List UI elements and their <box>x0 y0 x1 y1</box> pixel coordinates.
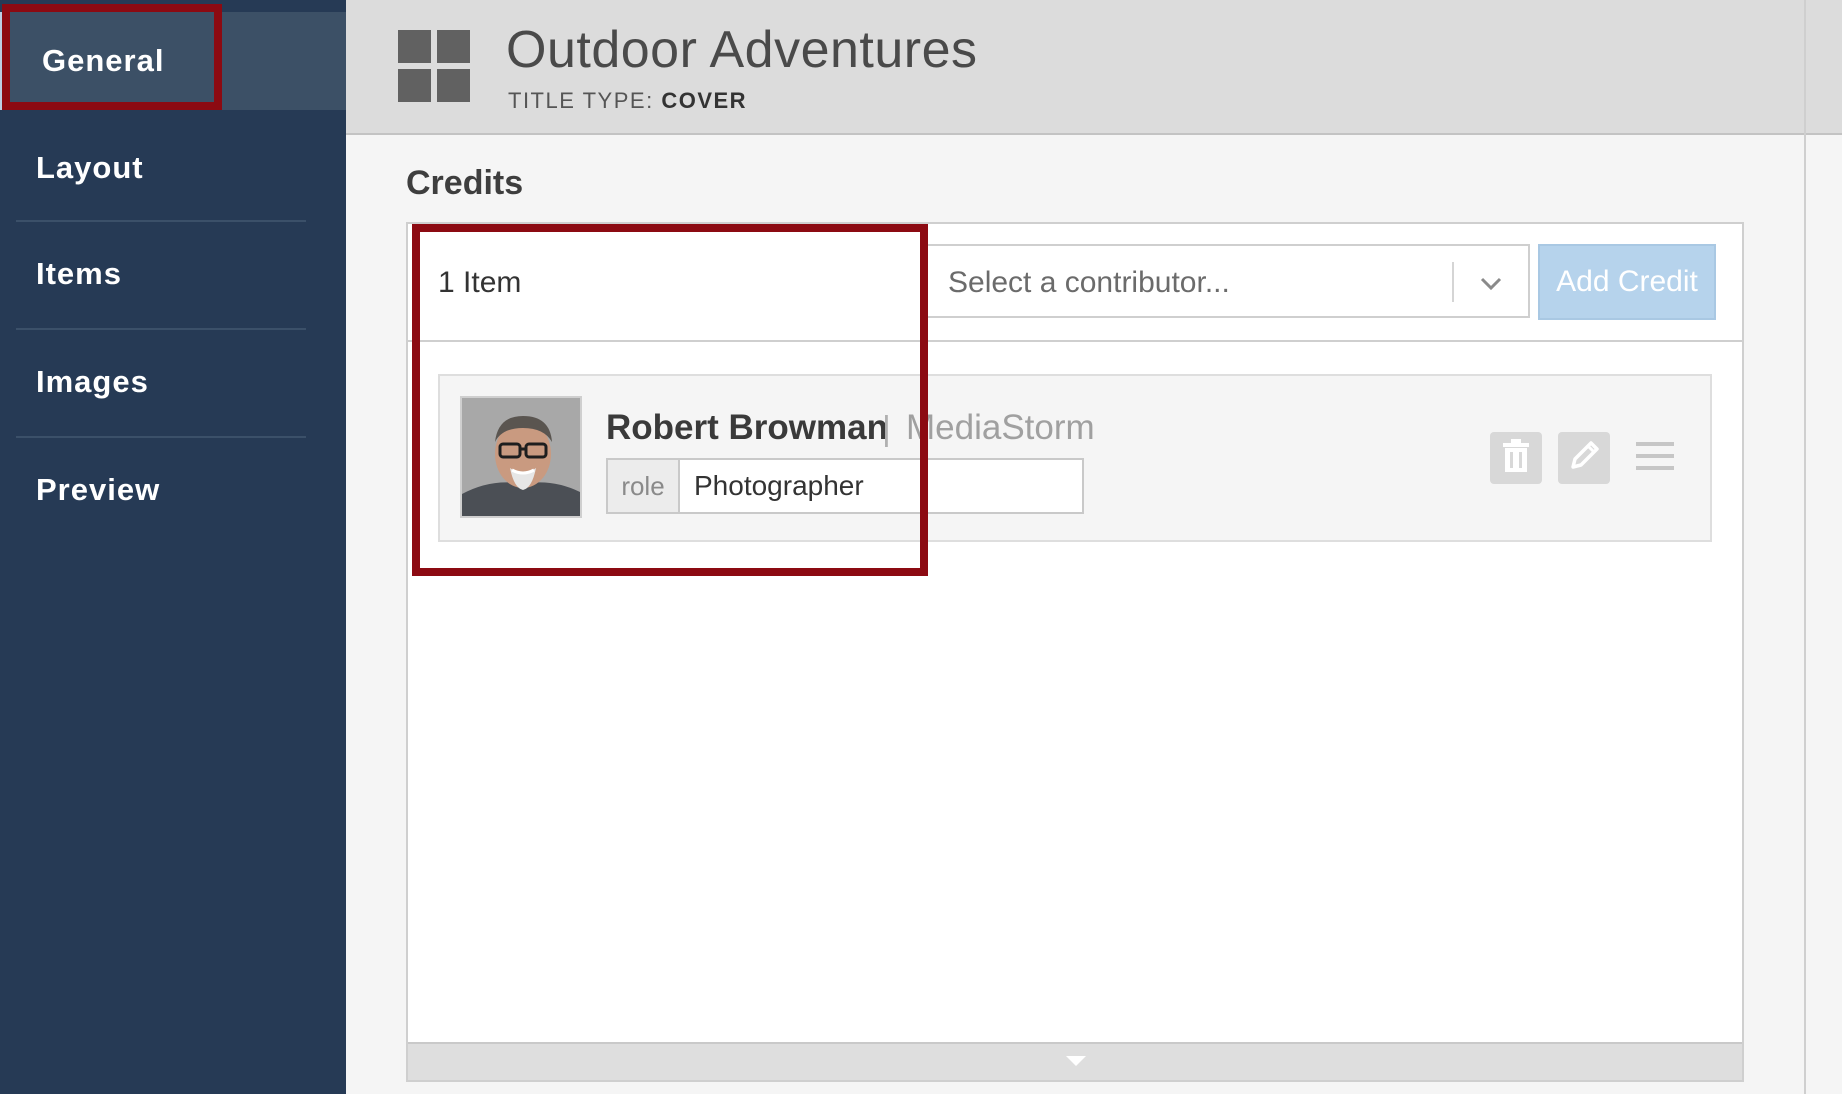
sidebar-item-label: Images <box>36 364 149 399</box>
credits-toolbar: 1 Item Select a contributor... Add Credi… <box>408 224 1742 342</box>
sidebar-item-label: General <box>42 43 165 78</box>
sidebar-item-images[interactable]: Images <box>16 330 306 434</box>
edit-button[interactable] <box>1558 432 1610 484</box>
avatar <box>460 396 582 518</box>
drag-handle-icon[interactable] <box>1636 442 1674 472</box>
page-header: Outdoor Adventures TITLE TYPE: COVER <box>346 0 1805 135</box>
chevron-down-icon[interactable] <box>1476 268 1506 298</box>
section-title-credits: Credits <box>406 164 524 202</box>
right-panel-header <box>1806 0 1842 135</box>
credit-item: Robert Browman | MediaStorm role Photogr… <box>438 374 1712 542</box>
add-credit-button[interactable]: Add Credit <box>1538 244 1716 320</box>
item-count: 1 Item <box>438 266 522 299</box>
trash-icon <box>1501 438 1531 478</box>
right-panel-strip <box>1806 0 1842 1094</box>
sidebar-item-layout[interactable]: Layout <box>16 116 306 220</box>
divider <box>1804 0 1806 1094</box>
panel-resize-bar[interactable] <box>408 1042 1742 1080</box>
contributor-name: Robert Browman <box>606 408 888 447</box>
delete-button[interactable] <box>1490 432 1542 484</box>
title-type-label: TITLE TYPE: <box>508 88 654 113</box>
role-input[interactable]: Photographer <box>694 470 864 502</box>
title-type-value: COVER <box>661 88 748 113</box>
contributor-select-placeholder: Select a contributor... <box>948 266 1230 299</box>
sidebar-item-label: Items <box>36 256 122 291</box>
contributor-select[interactable]: Select a contributor... <box>926 244 1530 318</box>
sidebar-item-general[interactable]: General <box>0 12 346 110</box>
grid-icon <box>398 30 470 102</box>
page-title: Outdoor Adventures <box>506 21 978 79</box>
sidebar-item-items[interactable]: Items <box>16 222 306 326</box>
role-label: role <box>608 460 680 512</box>
role-field[interactable]: role Photographer <box>606 458 1084 514</box>
title-type: TITLE TYPE: COVER <box>508 88 747 114</box>
pencil-icon <box>1567 439 1601 478</box>
sidebar-item-preview[interactable]: Preview <box>16 438 306 542</box>
caret-down-icon <box>1066 1056 1086 1066</box>
contributor-organization: MediaStorm <box>906 408 1095 447</box>
sidebar: General Layout Items Images Preview <box>0 0 346 1094</box>
sidebar-item-label: Layout <box>36 150 144 185</box>
credits-panel: 1 Item Select a contributor... Add Credi… <box>406 222 1744 1082</box>
name-separator: | <box>882 410 891 448</box>
sidebar-item-label: Preview <box>36 472 161 507</box>
select-separator <box>1452 262 1454 302</box>
